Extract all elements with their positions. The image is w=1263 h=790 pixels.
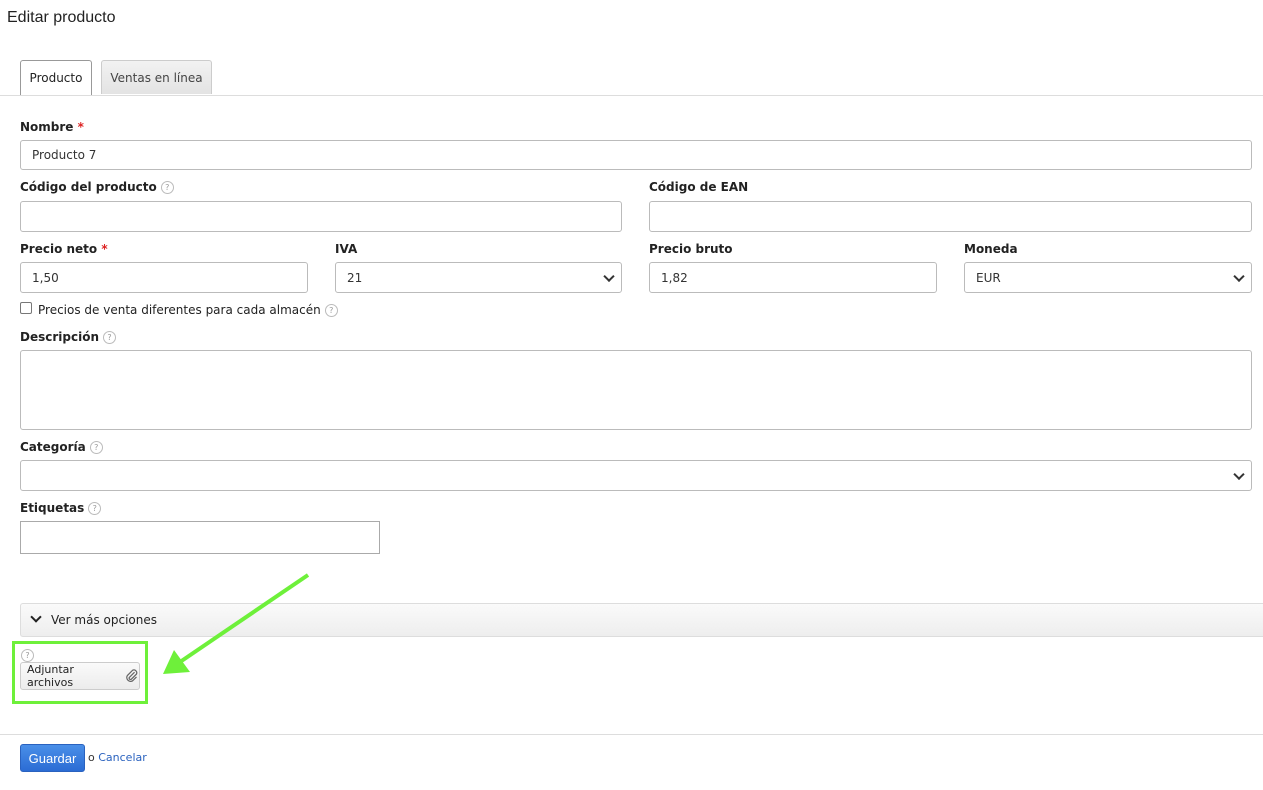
cancel-link[interactable]: Cancelar [98,751,147,764]
save-button[interactable]: Guardar [20,744,85,772]
footer-divider [0,734,1263,735]
or-text: o Cancelar [88,751,147,764]
annotation-arrow [163,573,310,674]
